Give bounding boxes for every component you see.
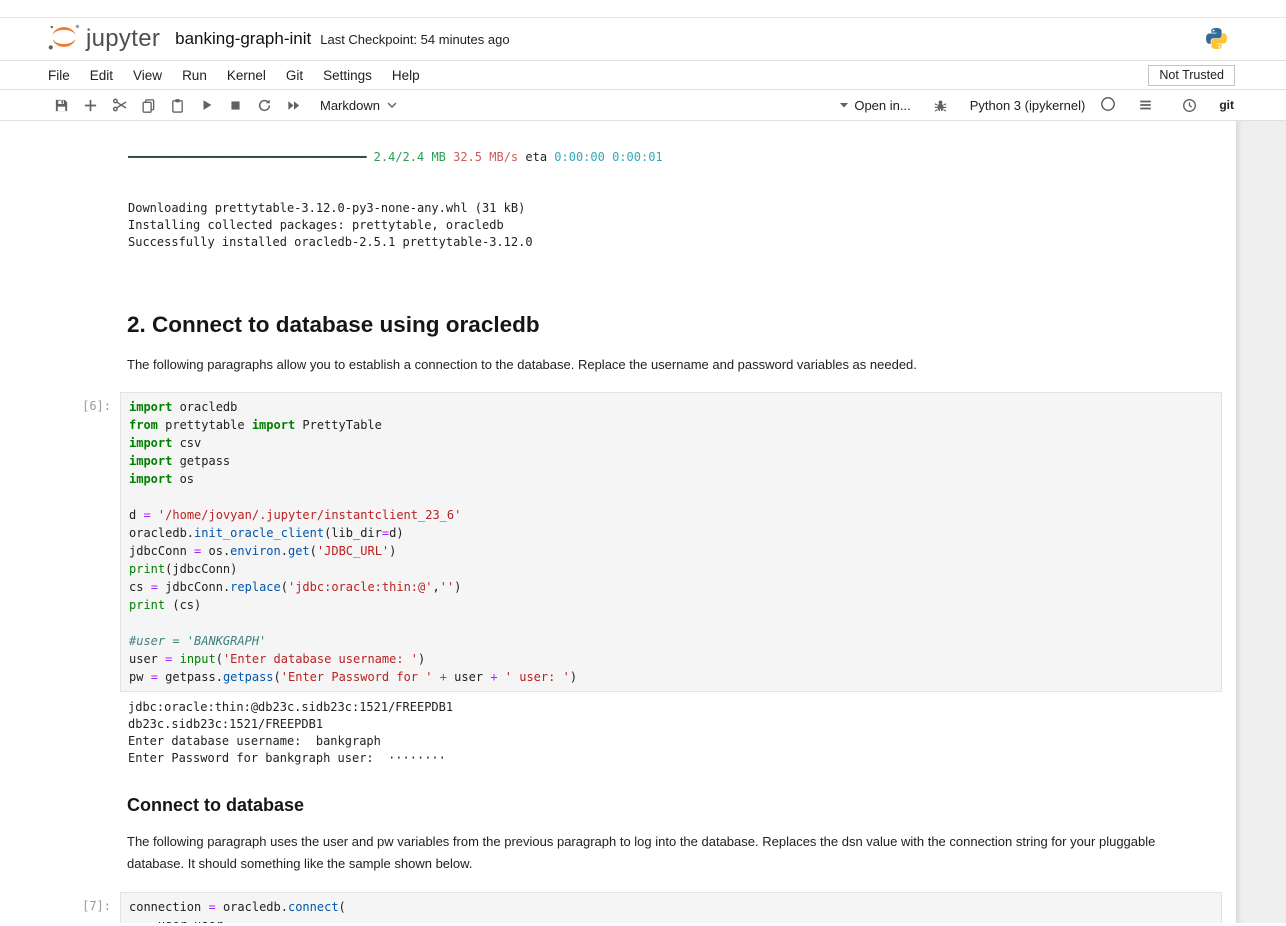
menu-edit[interactable]: Edit	[80, 68, 123, 83]
copy-icon	[141, 98, 156, 113]
progress-bar: ━━━━━━━━━━━━━━━━━━━━━━━━━━━━━━━━━	[128, 150, 366, 164]
kernel-status-icon	[1100, 96, 1116, 115]
menu-settings[interactable]: Settings	[313, 68, 382, 83]
add-cell-icon	[83, 98, 98, 113]
cut-cell-button[interactable]	[105, 97, 134, 113]
toolbar: Markdown Open in... Python 3 (ipy	[0, 90, 1286, 121]
run-icon	[200, 98, 214, 112]
toolbar-right: Open in... Python 3 (ipykernel)	[840, 96, 1234, 115]
jupyter-logo-text: jupyter	[86, 25, 160, 53]
add-cell-button[interactable]	[76, 98, 105, 113]
jupyter-logo[interactable]: jupyter	[47, 22, 160, 57]
restart-run-all-button[interactable]	[279, 98, 308, 113]
checkpoint-status: Last Checkpoint: 54 minutes ago	[320, 32, 509, 47]
cut-icon	[112, 97, 128, 113]
notebook-menu-toggle[interactable]	[1131, 98, 1160, 112]
save-icon	[54, 98, 69, 113]
code-editor-7[interactable]: connection = oracledb.connect( user=user…	[120, 892, 1222, 923]
menu-run[interactable]: Run	[172, 68, 217, 83]
jupyter-app: jupyter banking-graph-init Last Checkpoi…	[0, 0, 1286, 923]
cell-prompt: [6]:	[0, 392, 120, 692]
code-cell-7: [7]: connection = oracledb.connect( user…	[0, 892, 1236, 923]
save-button[interactable]	[47, 98, 76, 113]
code-cell-6: [6]: import oracledbfrom prettytable imp…	[0, 392, 1236, 692]
open-in-label: Open in...	[854, 98, 910, 113]
git-badge: git	[1219, 98, 1234, 112]
paste-cell-button[interactable]	[163, 98, 192, 113]
code-editor-6[interactable]: import oracledbfrom prettytable import P…	[120, 392, 1222, 692]
jupyter-logo-icon	[47, 22, 81, 57]
notebook-scrollbar[interactable]	[1236, 121, 1286, 923]
debugger-button[interactable]	[926, 98, 955, 113]
trust-badge[interactable]: Not Trusted	[1148, 65, 1235, 86]
pip-output-lines: Downloading prettytable-3.12.0-py3-none-…	[128, 200, 1236, 251]
copy-cell-button[interactable]	[134, 98, 163, 113]
menu-help[interactable]: Help	[382, 68, 430, 83]
top-panel	[0, 0, 1286, 18]
bug-icon	[933, 98, 948, 113]
subsection-paragraph: The following paragraph uses the user an…	[127, 831, 1175, 875]
menu-git[interactable]: Git	[276, 68, 313, 83]
pip-progress-line: ━━━━━━━━━━━━━━━━━━━━━━━━━━━━━━━━━ 2.4/2.…	[128, 149, 1236, 166]
interrupt-kernel-button[interactable]	[221, 99, 250, 112]
subsection-heading: Connect to database	[127, 793, 1236, 817]
fast-forward-icon	[286, 98, 301, 113]
section-heading: 2. Connect to database using oracledb	[127, 310, 1236, 340]
hamburger-icon	[1138, 98, 1153, 112]
header: jupyter banking-graph-init Last Checkpoi…	[0, 18, 1286, 61]
menu-file[interactable]: File	[38, 68, 80, 83]
run-cell-button[interactable]	[192, 98, 221, 112]
history-clock-icon	[1182, 98, 1197, 113]
chevron-down-icon	[387, 102, 397, 109]
execution-history-button[interactable]	[1175, 98, 1204, 113]
notebook-title[interactable]: banking-graph-init	[175, 29, 311, 49]
kernel-name[interactable]: Python 3 (ipykernel)	[970, 98, 1086, 113]
menu-kernel[interactable]: Kernel	[217, 68, 276, 83]
restart-kernel-button[interactable]	[250, 98, 279, 113]
menubar: File Edit View Run Kernel Git Settings H…	[0, 61, 1286, 90]
pip-install-output: ━━━━━━━━━━━━━━━━━━━━━━━━━━━━━━━━━ 2.4/2.…	[0, 121, 1236, 285]
cell-prompt: [7]:	[0, 892, 120, 923]
restart-icon	[257, 98, 272, 113]
python-kernel-logo-icon	[1205, 27, 1228, 55]
stop-icon	[229, 99, 242, 112]
cell-type-value: Markdown	[320, 98, 380, 113]
notebook-scroll-area: ━━━━━━━━━━━━━━━━━━━━━━━━━━━━━━━━━ 2.4/2.…	[0, 121, 1236, 923]
notebook-panel: ━━━━━━━━━━━━━━━━━━━━━━━━━━━━━━━━━ 2.4/2.…	[0, 121, 1286, 923]
cell-6-output: jdbc:oracle:thin:@db23c.sidb23c:1521/FRE…	[0, 699, 1236, 767]
cell-type-dropdown[interactable]: Markdown	[320, 98, 397, 113]
section-paragraph: The following paragraphs allow you to es…	[127, 357, 1236, 373]
open-in-dropdown[interactable]: Open in...	[840, 98, 910, 113]
caret-down-icon	[840, 103, 848, 108]
menu-view[interactable]: View	[123, 68, 172, 83]
paste-icon	[170, 98, 185, 113]
